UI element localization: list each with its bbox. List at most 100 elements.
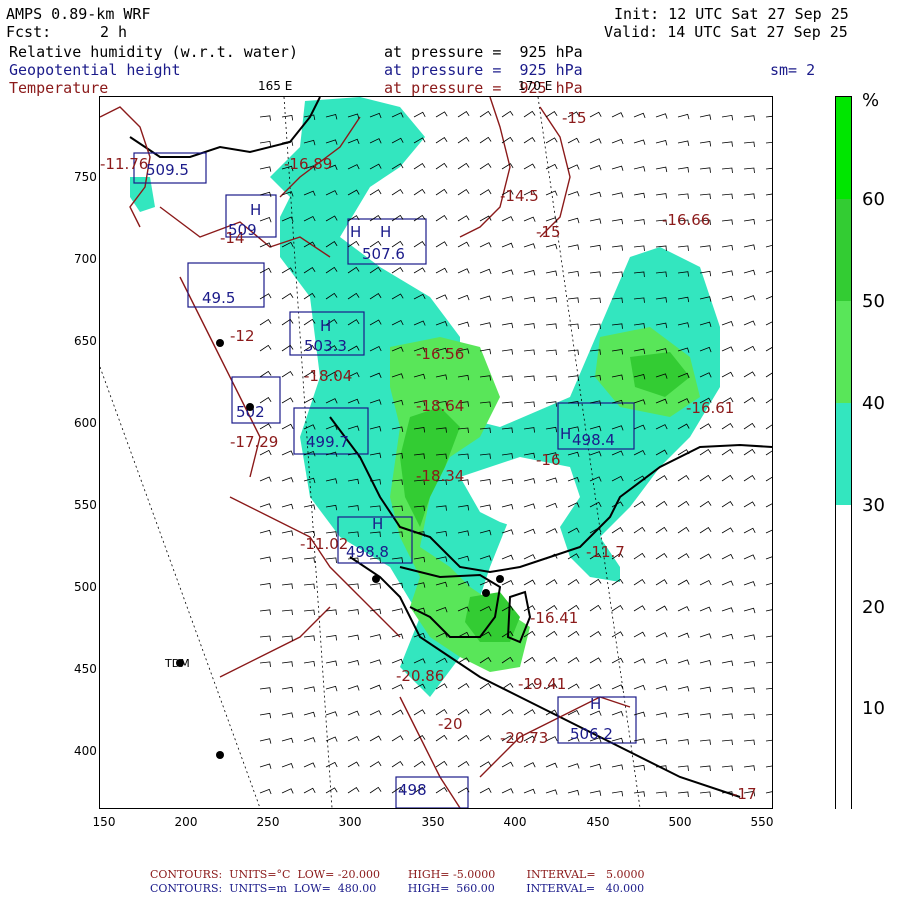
wind-barb [765,321,772,326]
wind-barb [589,164,602,171]
wind-barb [589,191,602,198]
wind-barb [501,322,514,329]
wind-barb [523,137,536,144]
wind-barb [567,349,579,355]
wind-barb [567,217,580,224]
wind-barb [413,709,426,716]
wind-barb [523,110,536,118]
wind-barb [347,787,360,794]
wind-barb [259,609,271,615]
forecast-value: 2 h [100,23,128,41]
wind-barb [589,138,602,144]
wind-barb [677,686,690,692]
wind-barb [501,788,514,794]
wind-barb [699,579,712,586]
wind-barb [523,323,535,329]
wind-barb [325,787,338,794]
wind-barb [743,607,756,614]
wind-barb [765,503,772,508]
wind-barb [743,244,756,250]
wind-barb [677,193,689,199]
height-label: 498.8 [346,543,389,561]
wind-barb [545,297,557,303]
svg-text:H: H [350,223,361,241]
wind-barb [435,267,448,274]
wind-barb [655,791,667,797]
wind-barb [523,709,536,716]
wind-barb [545,349,557,356]
wind-barb [633,219,645,225]
wind-barb [281,423,294,430]
model-title: AMPS 0.89-km WRF [6,5,151,23]
wind-barb [369,761,382,768]
wind-barb [589,297,601,303]
wind-barb [765,529,772,534]
wind-barb [567,657,580,664]
map-panel[interactable]: -11.76 -16.89 -14.5 -15 -15 -16.66 -16.5… [99,96,773,809]
wind-barb [369,189,382,196]
x-tick: 300 [338,815,362,829]
wind-barb [479,734,492,742]
wind-barb [457,268,470,274]
y-tick: 500 [74,580,97,594]
wind-barb [391,267,404,274]
wind-barb [501,554,514,560]
wind-barb [281,503,294,510]
wind-barb [457,136,470,144]
wind-barb [655,632,668,638]
wind-barb [259,318,272,326]
wind-barb [655,579,668,586]
wind-barb [721,713,733,719]
wind-barb [721,244,734,251]
y-tick: 750 [74,170,97,184]
wind-barb [479,268,492,275]
wind-barb [699,500,712,508]
wind-barb [699,141,712,147]
wind-barb [281,712,294,718]
wind-barb [765,450,772,456]
wind-barb [501,349,513,355]
wind-barb [743,115,755,121]
wind-barb [633,501,646,508]
temperature-label: -18.34 [416,467,464,485]
wind-barb [347,761,360,768]
wind-barb [677,113,690,120]
wind-barb [655,500,668,508]
wind-barb [347,685,360,691]
wind-barb [743,554,756,560]
wind-barb [721,371,734,378]
temperature-label: -20 [438,715,463,733]
wind-barb [259,687,271,693]
wind-barb [435,214,448,222]
wind-barb [743,219,756,225]
wind-barb [699,553,712,560]
wind-barb [677,606,690,612]
wind-barb [501,163,514,170]
wind-barb [479,708,492,716]
wind-barb [743,474,756,482]
wind-barb [325,635,337,641]
wind-barb [567,191,580,197]
wind-barb [281,556,294,563]
wind-barb [303,583,315,589]
smoothing-label: sm= 2 [770,61,816,79]
wind-barb [523,788,536,795]
wind-barb [589,657,602,664]
svg-text:H: H [372,515,383,533]
wind-barb [721,346,734,352]
wind-barb [325,583,337,590]
wind-barb [611,604,624,612]
colorbar [835,96,852,810]
wind-barb [567,789,580,796]
temperature-label: -16.61 [686,399,734,417]
wind-barb [501,682,514,690]
wind-barb [281,583,293,589]
init-time: Init: 12 UTC Sat 27 Sep 25 [614,5,849,23]
wind-barb [721,114,734,121]
wind-barb [699,660,712,666]
wind-barb [633,631,646,638]
wind-barb [677,526,690,534]
wind-barb [721,660,734,666]
wind-barb [589,578,602,586]
wind-barb [435,162,448,170]
